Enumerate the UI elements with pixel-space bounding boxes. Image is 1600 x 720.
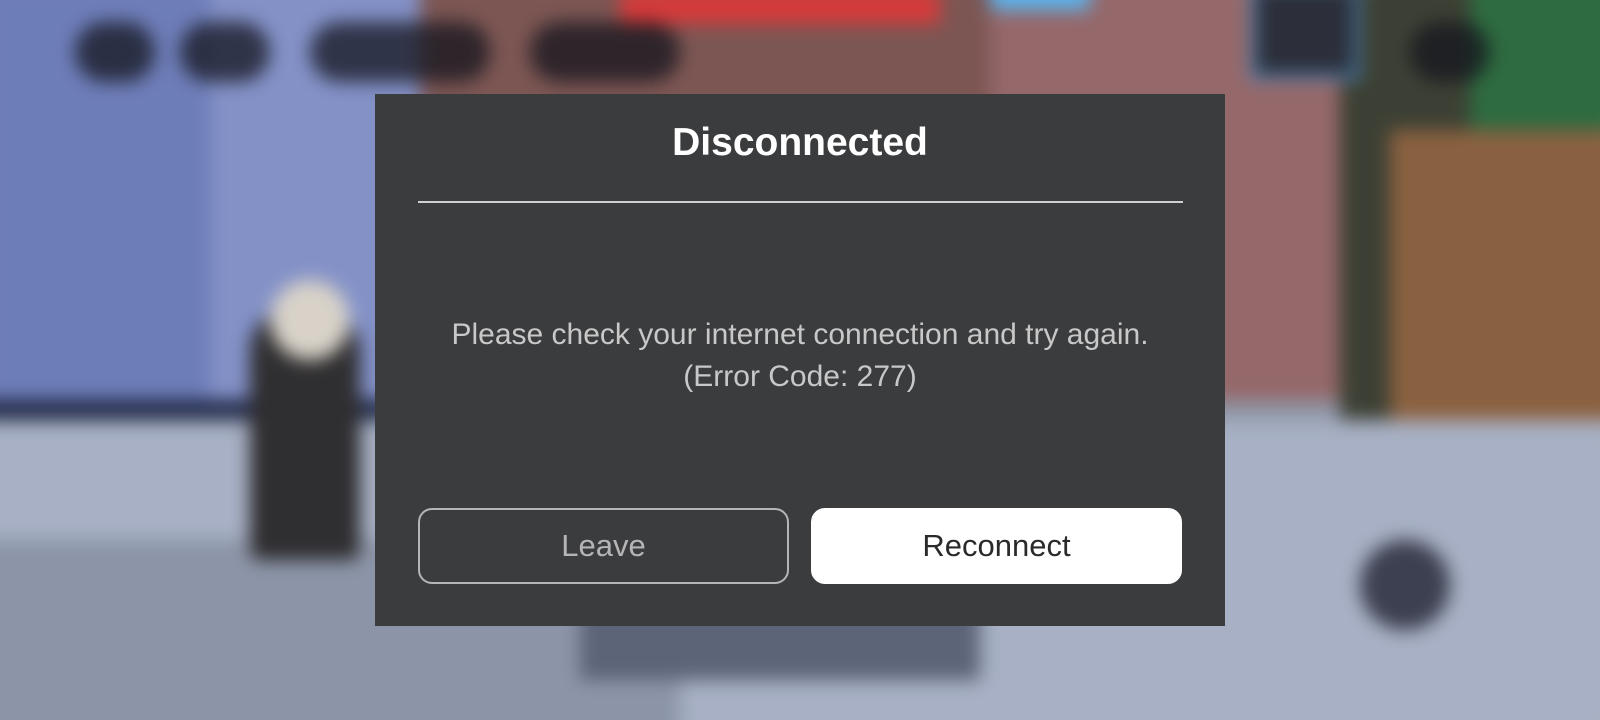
title-divider: [418, 201, 1183, 203]
jump-button: [1360, 540, 1450, 630]
settings-icon: [1410, 22, 1490, 82]
message-line: Please check your internet connection an…: [451, 318, 1149, 351]
reconnect-button[interactable]: Reconnect: [811, 508, 1182, 584]
roblox-menu-icon: [75, 22, 155, 82]
green-panel: [1470, 0, 1600, 130]
disconnected-dialog: Disconnected Please check your internet …: [375, 94, 1225, 626]
top-bar-pill: [530, 22, 680, 82]
leave-button[interactable]: Leave: [418, 508, 789, 584]
dialog-title: Disconnected: [672, 121, 928, 164]
top-bar-button: [310, 22, 490, 82]
red-banner: [620, 0, 940, 24]
chat-icon: [180, 22, 270, 82]
player-character-head: [270, 280, 350, 360]
blue-item: [990, 0, 1090, 10]
dialog-message: Please check your internet connection an…: [405, 314, 1195, 398]
wall-picture: [1250, 0, 1360, 80]
error-code: (Error Code: 277): [683, 360, 917, 393]
